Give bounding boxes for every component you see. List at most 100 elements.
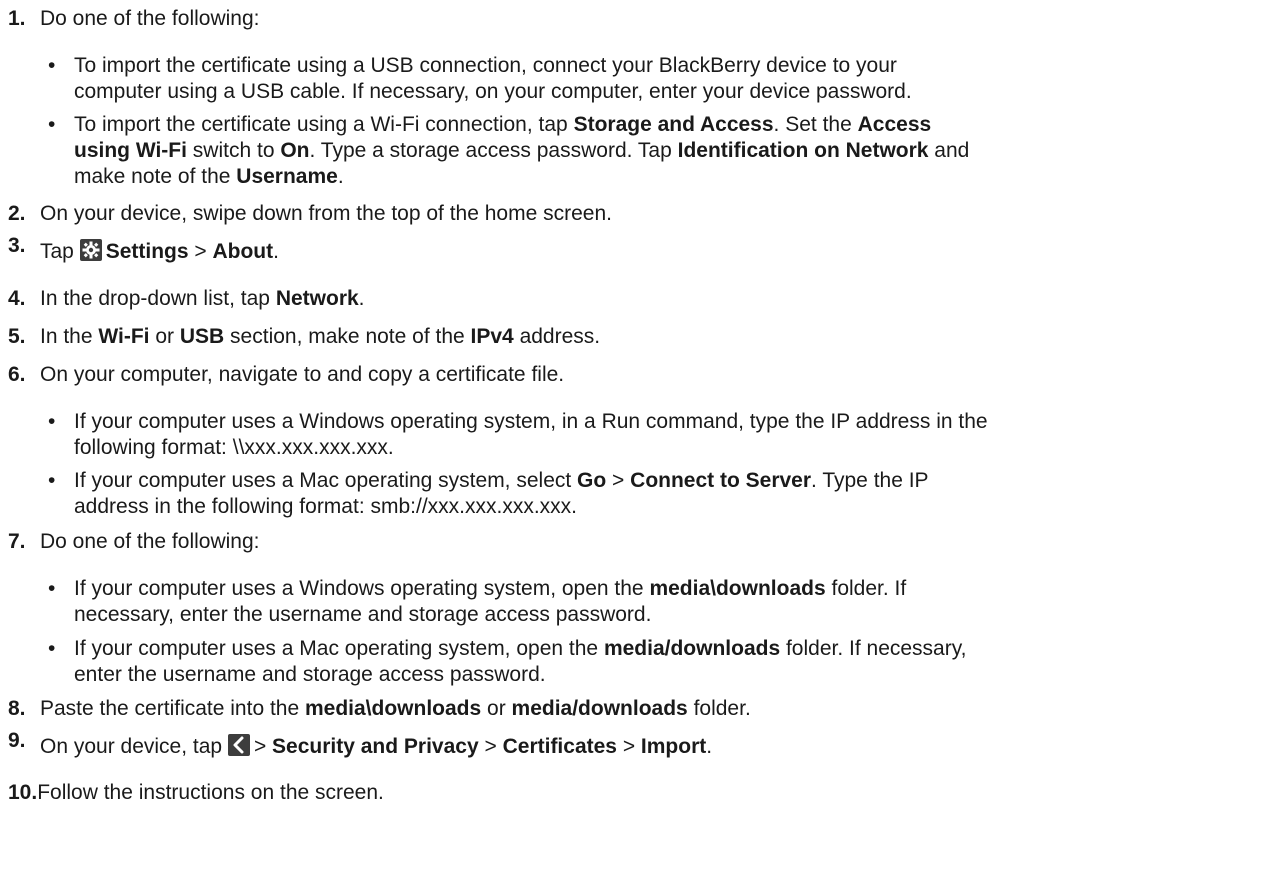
bullet-line: using Wi-Fi switch to On. Type a storage… <box>74 138 1269 164</box>
step-text-part: or <box>481 697 512 720</box>
step-5: 5. In the Wi-Fi or USB section, make not… <box>8 324 600 350</box>
step-1: 1. Do one of the following: <box>8 6 259 32</box>
bullet-text: following format: \\xxx.xxx.xxx.xxx. <box>74 436 394 459</box>
step-text: In the drop-down list, tap Network. <box>40 286 365 312</box>
bold-term: Username <box>236 165 338 188</box>
step-number: 1. <box>8 7 26 30</box>
bold-term: On <box>280 139 310 162</box>
step-text-part: In the <box>40 325 99 348</box>
bullet-text: necessary, enter the username and storag… <box>74 603 652 626</box>
step-text-part: . <box>273 240 279 263</box>
step-number: 5. <box>8 325 26 348</box>
bullet-text: . Type a storage access password. Tap <box>309 139 678 162</box>
bullet-line: enter the username and storage access pa… <box>74 662 1269 688</box>
bullet-text: and <box>928 139 970 162</box>
step-10: 10. Follow the instructions on the scree… <box>8 780 384 806</box>
bullet-text: . <box>337 165 344 188</box>
step-7-bullet-2: • If your computer uses a Mac operating … <box>8 636 1269 688</box>
step-text-part: section, make note of the <box>224 325 471 348</box>
bold-term: Identification on Network <box>677 139 929 162</box>
bullet-text: If your computer uses a Mac operating sy… <box>74 469 578 492</box>
step-number: 6. <box>8 363 26 386</box>
bold-term: media\downloads <box>304 697 482 720</box>
bullet-line: computer using a USB cable. If necessary… <box>74 79 1269 105</box>
step-text-part: or <box>149 325 180 348</box>
step-text-part: . <box>706 735 713 758</box>
step-1-bullet-2: • To import the certificate using a Wi-F… <box>8 112 1269 190</box>
step-text: On your device, swipe down from the top … <box>40 202 612 225</box>
step-2: 2. On your device, swipe down from the t… <box>8 201 612 227</box>
back-chevron-icon <box>227 734 250 756</box>
step-text-part: On your device, tap <box>40 735 228 758</box>
bullet-text: If your computer uses a Mac operating sy… <box>74 637 604 660</box>
step-number: 2. <box>8 202 26 225</box>
bullet-text: make note of the <box>74 165 237 188</box>
bullet-dot: • <box>48 469 56 492</box>
step-text: Paste the certificate into the media\dow… <box>40 696 751 722</box>
step-text-part: > <box>478 735 503 758</box>
bold-term: USB <box>179 325 225 348</box>
bold-term: Connect to Server <box>630 469 812 492</box>
bold-term: Certificates <box>502 735 617 758</box>
bold-term: Settings <box>105 240 189 263</box>
step-7-bullet-1: • If your computer uses a Windows operat… <box>8 576 1269 628</box>
step-text: On your computer, navigate to and copy a… <box>40 363 565 386</box>
bold-term: Network <box>275 287 359 310</box>
bullet-line: following format: \\xxx.xxx.xxx.xxx. <box>74 435 1269 461</box>
bold-term: using Wi-Fi <box>74 139 187 162</box>
step-text-part: folder. <box>687 697 751 720</box>
bullet-dot: • <box>48 410 56 433</box>
step-text-part: > <box>188 240 213 263</box>
bullet-text: . Set the <box>773 113 858 136</box>
step-text-part: . <box>358 287 365 310</box>
step-text-part: Tap <box>40 240 80 263</box>
bullet-text: > <box>606 469 631 492</box>
bold-term: Security and Privacy <box>272 735 479 758</box>
bold-term: media\downloads <box>649 577 826 600</box>
step-text: Follow the instructions on the screen. <box>37 781 384 804</box>
step-number: 7. <box>8 530 26 553</box>
step-text: Tap Settings > About. <box>40 239 279 265</box>
step-4: 4. In the drop-down list, tap Network. <box>8 286 365 312</box>
bold-term: media/downloads <box>603 637 781 660</box>
step-text: On your device, tap > Security and Priva… <box>40 734 712 760</box>
step-9: 9. On your device, tap > Security and Pr… <box>8 729 712 760</box>
bullet-line: To import the certificate using a USB co… <box>74 53 1269 79</box>
bullet-line: To import the certificate using a Wi-Fi … <box>74 112 1269 138</box>
bold-term: Go <box>577 469 607 492</box>
bold-term: Import <box>640 735 707 758</box>
step-number: 8. <box>8 697 26 720</box>
bullet-dot: • <box>48 113 56 136</box>
step-text: Do one of the following: <box>40 530 260 553</box>
step-6-bullet-2: • If your computer uses a Mac operating … <box>8 468 1269 520</box>
step-text-part: address. <box>513 325 601 348</box>
bullet-line: If your computer uses a Windows operatin… <box>74 409 1269 435</box>
bullet-line: If your computer uses a Mac operating sy… <box>74 468 1269 494</box>
bold-term: IPv4 <box>470 325 514 348</box>
step-number: 10. <box>8 781 38 804</box>
bullet-text: switch to <box>186 139 281 162</box>
step-1-bullet-1: • To import the certificate using a USB … <box>8 53 1269 105</box>
bullet-text: To import the certificate using a USB co… <box>74 54 897 77</box>
step-7: 7. Do one of the following: <box>8 529 259 555</box>
step-text-part: Paste the certificate into the <box>40 697 305 720</box>
bold-term: Access <box>857 113 932 136</box>
step-text-part: In the drop-down list, tap <box>40 287 276 310</box>
step-8: 8. Paste the certificate into the media\… <box>8 696 751 722</box>
bullet-line: necessary, enter the username and storag… <box>74 602 1269 628</box>
bold-term: Wi-Fi <box>98 325 150 348</box>
bullet-text: If your computer uses a Windows operatin… <box>74 410 988 433</box>
bold-term: media/downloads <box>511 697 688 720</box>
step-text: Do one of the following: <box>40 7 260 30</box>
bullet-line: make note of the Username. <box>74 164 1269 190</box>
bold-term: Storage and Access <box>573 113 774 136</box>
bold-term: About <box>212 240 274 263</box>
bullet-dot: • <box>48 54 56 77</box>
step-text-part: > <box>253 735 273 758</box>
step-text-part: > <box>616 735 641 758</box>
step-3: 3. Tap Settings > About. <box>8 234 279 265</box>
step-number: 9. <box>8 729 26 752</box>
step-6-bullet-1: • If your computer uses a Windows operat… <box>8 409 1269 461</box>
bullet-dot: • <box>48 637 56 660</box>
bullet-text: address in the following format: smb://x… <box>74 495 577 518</box>
